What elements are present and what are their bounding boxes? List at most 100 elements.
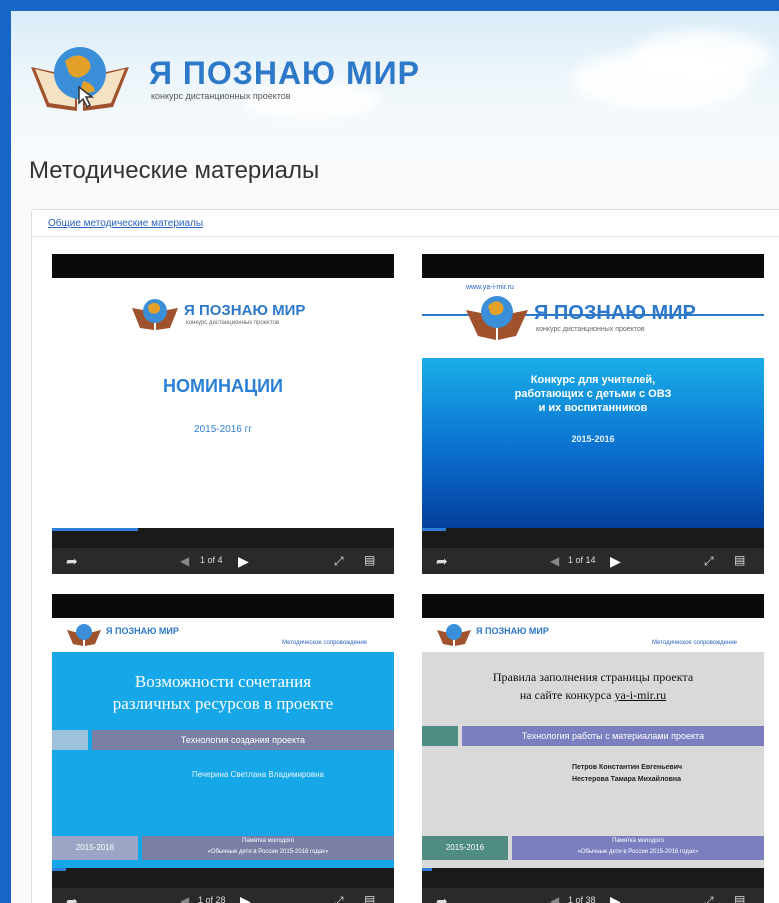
slides-menu-icon[interactable]: ▤ bbox=[734, 893, 745, 903]
player-controls: ➦ ◀ 1 of 28 ▶ ⤢ ▤ bbox=[52, 888, 394, 903]
slide-band: Технология работы с материалами проекта bbox=[462, 726, 764, 746]
slide-footer-line1: Памятка молодого bbox=[242, 838, 294, 844]
slide-logo-title: Я ПОЗНАЮ МИР bbox=[534, 302, 696, 324]
play-icon[interactable]: ▶ bbox=[238, 553, 249, 570]
slide-heading-line2-row: на сайте конкурса ya-i-mir.ru bbox=[422, 688, 764, 703]
presentation-player-4[interactable]: Я ПОЗНАЮ МИР Методическое сопровождение … bbox=[422, 594, 764, 903]
prev-icon[interactable]: ◀ bbox=[550, 554, 559, 568]
slide-year: 2015-2016 bbox=[52, 836, 138, 860]
progress-bar[interactable] bbox=[422, 528, 764, 548]
page-counter: 1 of 38 bbox=[568, 895, 596, 903]
slide-logo-subtitle: конкурс дистанционных проектов bbox=[536, 326, 645, 333]
site-title[interactable]: Я ПОЗНАЮ МИР bbox=[149, 55, 420, 92]
slide-logo-subtitle: конкурс дистанционных проектов bbox=[186, 320, 280, 326]
slide-corner-text: Методическое сопровождение bbox=[652, 640, 738, 646]
slide-band: Технология создания проекта bbox=[92, 730, 394, 750]
progress-fill bbox=[422, 868, 433, 871]
slide-heading-line3: и их воспитанников bbox=[538, 402, 648, 414]
slide-blue-area: Конкурс для учителей, работающих с детьм… bbox=[422, 358, 764, 528]
breadcrumb-link[interactable]: Общие методические материалы bbox=[48, 218, 203, 229]
slide-heading-line2: работающих с детьми с ОВЗ bbox=[514, 388, 672, 400]
page-counter: 1 of 28 bbox=[198, 895, 226, 903]
progress-bar[interactable] bbox=[52, 528, 394, 548]
play-icon[interactable]: ▶ bbox=[610, 893, 621, 903]
player-topbar bbox=[52, 254, 394, 278]
slide-heading-line1: Правила заполнения страницы проекта bbox=[492, 670, 694, 684]
fullscreen-icon[interactable]: ⤢ bbox=[334, 894, 344, 903]
divider bbox=[32, 236, 779, 237]
presentation-player-1[interactable]: Я ПОЗНАЮ МИР конкурс дистанционных проек… bbox=[52, 254, 394, 574]
slide-subheading: 2015-2016 гг bbox=[194, 424, 252, 435]
prev-icon[interactable]: ◀ bbox=[180, 554, 189, 568]
slide-preview[interactable]: Я ПОЗНАЮ МИР Методическое сопровождение … bbox=[52, 618, 394, 868]
slide-author: Печерина Светлана Владимировна bbox=[192, 770, 324, 779]
page: Я ПОЗНАЮ МИР конкурс дистанционных проек… bbox=[11, 11, 779, 903]
share-icon[interactable]: ➦ bbox=[436, 893, 448, 903]
player-topbar bbox=[52, 594, 394, 618]
globe-book-icon bbox=[436, 622, 472, 648]
slides-menu-icon[interactable]: ▤ bbox=[364, 553, 375, 567]
presentation-player-2[interactable]: www.ya-i-mir.ru Я ПОЗНАЮ МИР конкурс дис… bbox=[422, 254, 764, 574]
slide-heading: НОМИНАЦИИ bbox=[163, 376, 283, 396]
fullscreen-icon[interactable]: ⤢ bbox=[334, 554, 344, 569]
site-header: Я ПОЗНАЮ МИР конкурс дистанционных проек… bbox=[11, 11, 779, 131]
content-panel: Общие методические материалы Я ПОЗНАЮ МИ… bbox=[31, 209, 779, 903]
share-icon[interactable]: ➦ bbox=[66, 553, 78, 570]
slide-footer: Памятка молодого «Обычные дети в России … bbox=[512, 836, 764, 860]
fullscreen-icon[interactable]: ⤢ bbox=[704, 554, 714, 569]
player-controls: ➦ ◀ 1 of 4 ▶ ⤢ ▤ bbox=[52, 548, 394, 574]
site-subtitle: конкурс дистанционных проектов bbox=[151, 91, 291, 101]
fullscreen-icon[interactable]: ⤢ bbox=[704, 894, 714, 903]
progress-bar[interactable] bbox=[52, 868, 394, 888]
player-controls: ➦ ◀ 1 of 38 ▶ ⤢ ▤ bbox=[422, 888, 764, 903]
share-icon[interactable]: ➦ bbox=[66, 893, 78, 903]
slide-url: www.ya-i-mir.ru bbox=[466, 284, 514, 291]
slide-logo-title: Я ПОЗНАЮ МИР bbox=[184, 302, 306, 319]
slide-heading-line1: Конкурс для учителей, bbox=[530, 374, 656, 386]
slide-preview[interactable]: www.ya-i-mir.ru Я ПОЗНАЮ МИР конкурс дис… bbox=[422, 278, 764, 528]
slide-grey-area: Правила заполнения страницы проекта на с… bbox=[422, 652, 764, 868]
slide-heading-link: ya-i-mir.ru bbox=[614, 688, 667, 702]
slide-footer: Памятка молодого «Обычные дети в России … bbox=[142, 836, 394, 860]
page-counter: 1 of 14 bbox=[568, 555, 596, 565]
player-topbar bbox=[422, 594, 764, 618]
slide-logo-title: Я ПОЗНАЮ МИР bbox=[106, 626, 179, 636]
prev-icon[interactable]: ◀ bbox=[180, 894, 189, 903]
globe-book-icon bbox=[464, 292, 530, 342]
page-counter: 1 of 4 bbox=[200, 555, 223, 565]
slide-year: 2015-2016 bbox=[422, 836, 508, 860]
prev-icon[interactable]: ◀ bbox=[550, 894, 559, 903]
slide-preview[interactable]: Я ПОЗНАЮ МИР Методическое сопровождение … bbox=[422, 618, 764, 868]
player-controls: ➦ ◀ 1 of 14 ▶ ⤢ ▤ bbox=[422, 548, 764, 574]
slide-preview[interactable]: Я ПОЗНАЮ МИР конкурс дистанционных проек… bbox=[52, 278, 394, 528]
slide-heading-line1: Возможности сочетания bbox=[134, 672, 312, 691]
slide-author-line2: Нестерова Тамара Михайловна bbox=[572, 776, 682, 783]
progress-fill bbox=[422, 528, 446, 531]
slide-logo-title: Я ПОЗНАЮ МИР bbox=[476, 626, 549, 636]
globe-book-icon bbox=[66, 622, 102, 648]
play-icon[interactable]: ▶ bbox=[610, 553, 621, 570]
presentation-player-3[interactable]: Я ПОЗНАЮ МИР Методическое сопровождение … bbox=[52, 594, 394, 903]
slide-heading-line2: на сайте конкурса bbox=[519, 688, 612, 702]
slide-footer-line2: «Обычные дети в России 2015-2016 годах» bbox=[207, 849, 329, 855]
slide-footer-line2: «Обычные дети в России 2015-2016 годах» bbox=[577, 849, 699, 855]
globe-book-icon[interactable] bbox=[25, 37, 135, 117]
slide-author-line1: Петров Константин Евгеньевич bbox=[572, 764, 683, 771]
slides-menu-icon[interactable]: ▤ bbox=[734, 553, 745, 567]
slide-accent-square bbox=[422, 726, 458, 746]
globe-book-icon bbox=[130, 296, 180, 332]
player-topbar bbox=[422, 254, 764, 278]
slide-cyan-area: Возможности сочетания различных ресурсов… bbox=[52, 652, 394, 868]
progress-bar[interactable] bbox=[422, 868, 764, 888]
progress-fill bbox=[52, 868, 66, 871]
slide-accent-square bbox=[52, 730, 88, 750]
slides-menu-icon[interactable]: ▤ bbox=[364, 893, 375, 903]
play-icon[interactable]: ▶ bbox=[240, 893, 251, 903]
page-title: Методические материалы bbox=[29, 157, 320, 184]
slide-footer-line1: Памятка молодого bbox=[612, 838, 664, 844]
slide-heading-line2: различных ресурсов в проекте bbox=[112, 694, 334, 713]
slide-subheading: 2015-2016 bbox=[571, 434, 615, 444]
slide-corner-text: Методическое сопровождение bbox=[282, 640, 368, 646]
share-icon[interactable]: ➦ bbox=[436, 553, 448, 570]
progress-fill bbox=[52, 528, 138, 531]
